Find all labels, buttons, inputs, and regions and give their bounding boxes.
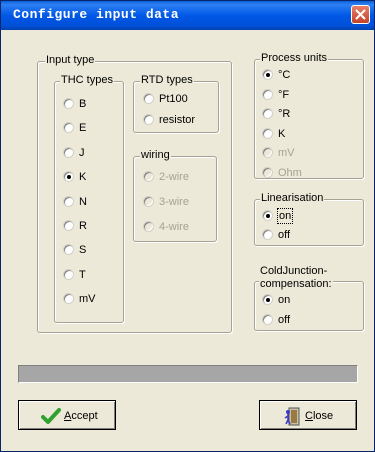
- dialog-window: Configure input data Input type THC type…: [0, 0, 375, 452]
- progress-bar: [18, 365, 358, 383]
- close-window-button[interactable]: [351, 5, 370, 24]
- radio-indicator: [63, 268, 74, 280]
- radio-indicator: [143, 93, 154, 104]
- rtd-types-legend: RTD types: [140, 74, 194, 86]
- radio-label: Pt100: [159, 93, 188, 105]
- radio-label: resistor: [159, 114, 196, 126]
- radio-label: off: [278, 229, 291, 241]
- radio-label: °R: [278, 108, 291, 120]
- radio-label: T: [79, 268, 86, 281]
- radio-label: E: [79, 122, 87, 135]
- cold-junction-legend-line1: ColdJunction-: [260, 265, 328, 277]
- radio-indicator: [262, 166, 273, 178]
- radio-label: on: [278, 294, 291, 306]
- radio-label: °C: [278, 69, 291, 81]
- radio-label: mV: [79, 293, 96, 306]
- radio-label: K: [79, 171, 87, 184]
- wiring-legend: wiring: [140, 149, 171, 161]
- input-type-legend: Input type: [45, 54, 96, 66]
- radio-label: B: [79, 98, 87, 110]
- close-button[interactable]: Close: [259, 400, 357, 430]
- radio-indicator: [143, 114, 154, 125]
- accept-button[interactable]: Accept: [18, 400, 116, 430]
- radio-indicator: [262, 147, 273, 158]
- thc-types-legend: THC types: [60, 74, 114, 86]
- radio-indicator: [63, 146, 74, 158]
- radio-label: K: [278, 127, 286, 140]
- radio-indicator: [262, 88, 273, 100]
- accept-label: Accept: [64, 409, 98, 423]
- close-mnemonic: C: [305, 410, 313, 422]
- radio-label: 3-wire: [159, 196, 189, 208]
- radio-indicator: [262, 210, 273, 221]
- radio-indicator: [262, 69, 273, 80]
- close-label: Close: [305, 409, 333, 423]
- title-bar[interactable]: Configure input data: [1, 1, 374, 30]
- radio-label: off: [278, 314, 291, 326]
- close-label-rest: lose: [312, 410, 334, 422]
- radio-indicator: [262, 108, 273, 119]
- radio-label: mV: [278, 147, 295, 159]
- radio-indicator: [143, 171, 154, 182]
- radio-indicator: [143, 221, 154, 232]
- radio-label: Ohm: [278, 166, 302, 179]
- radio-indicator: [63, 220, 74, 231]
- linearisation-legend: Linearisation: [260, 192, 325, 204]
- radio-label: R: [79, 220, 87, 232]
- radio-label: 2-wire: [159, 171, 189, 183]
- radio-indicator: [143, 196, 154, 207]
- radio-indicator: [262, 127, 273, 139]
- checkmark-icon: [41, 408, 61, 428]
- process-units-legend: Process units: [260, 52, 329, 64]
- cold-junction-legend-line2: compensation:: [260, 278, 332, 290]
- radio-label: on: [276, 208, 294, 224]
- radio-label: N: [79, 195, 87, 208]
- radio-label: S: [79, 244, 87, 257]
- radio-indicator: [63, 98, 74, 109]
- radio-label: °F: [278, 88, 290, 101]
- radio-label: J: [79, 146, 85, 159]
- radio-indicator: [63, 195, 74, 207]
- cold-junction-legend: ColdJunction- compensation:: [259, 265, 333, 291]
- radio-indicator: [262, 229, 273, 240]
- radio-indicator: [262, 294, 273, 305]
- radio-label: 4-wire: [159, 221, 189, 233]
- door-exit-icon: [284, 407, 302, 429]
- radio-indicator: [262, 314, 273, 325]
- accept-label-rest: ccept: [71, 410, 98, 422]
- window-title: Configure input data: [13, 7, 180, 22]
